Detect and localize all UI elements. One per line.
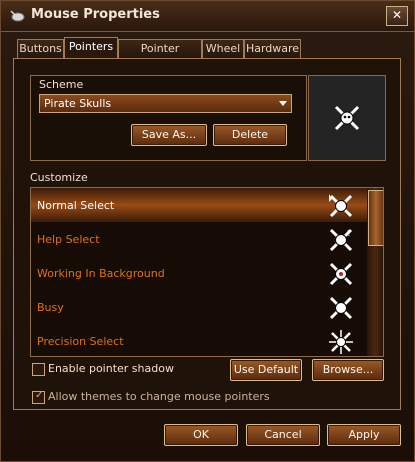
delete-button[interactable]: Delete	[213, 124, 287, 146]
chevron-down-icon	[279, 101, 287, 106]
cursor-name: Help Select	[37, 233, 100, 246]
browse-button[interactable]: Browse...	[312, 359, 384, 381]
window-title: Mouse Properties	[31, 7, 160, 22]
scheme-label: Scheme	[39, 78, 84, 91]
skull-crossbones-arrow-icon	[329, 194, 353, 218]
mouse-properties-window: Mouse Properties ✕ Buttons Pointers Poin…	[0, 0, 415, 462]
enable-shadow-checkbox[interactable]	[32, 363, 45, 376]
scrollbar-thumb[interactable]	[368, 190, 383, 246]
tab-wheel[interactable]: Wheel	[202, 39, 244, 58]
tab-pointer-options[interactable]: Pointer Options	[118, 39, 202, 73]
list-scrollbar[interactable]	[367, 188, 383, 356]
title-bar[interactable]: Mouse Properties ✕	[1, 1, 414, 32]
skull-crossbones-preview-icon	[334, 105, 360, 131]
ok-button[interactable]: OK	[164, 424, 238, 446]
list-item[interactable]: Help Select ?	[31, 222, 367, 256]
enable-shadow-label: Enable pointer shadow	[48, 362, 174, 375]
tab-buttons[interactable]: Buttons	[17, 39, 64, 58]
list-item[interactable]: Busy	[31, 290, 367, 324]
pointers-panel: Scheme Pirate Skulls Save As... Delete C…	[13, 58, 401, 410]
scheme-dropdown[interactable]: Pirate Skulls	[39, 94, 292, 113]
scheme-selected-value: Pirate Skulls	[44, 97, 112, 110]
cursor-name: Precision Select	[37, 335, 124, 348]
customize-label: Customize	[30, 171, 88, 184]
skull-crossbones-working-icon	[329, 262, 353, 286]
cursor-name: Busy	[37, 301, 64, 314]
checkmark-icon: ✓	[35, 390, 44, 401]
cancel-button[interactable]: Cancel	[246, 424, 320, 446]
cursor-name: Normal Select	[37, 199, 115, 212]
list-item[interactable]: Working In Background	[31, 256, 367, 290]
cursor-list[interactable]: Normal Select Help Select ? Working In B…	[30, 187, 384, 357]
cursor-preview	[308, 75, 386, 161]
list-item[interactable]: Precision Select	[31, 324, 367, 356]
use-default-button[interactable]: Use Default	[230, 359, 302, 381]
cursor-name: Working In Background	[37, 267, 165, 280]
apply-button[interactable]: Apply	[327, 424, 401, 446]
scheme-group: Scheme Pirate Skulls Save As... Delete	[30, 75, 307, 161]
skull-crossbones-crosshair-icon	[329, 330, 353, 354]
tab-pointers[interactable]: Pointers	[64, 37, 118, 59]
mouse-app-icon	[10, 10, 25, 22]
skull-crossbones-help-icon: ?	[329, 228, 353, 252]
allow-themes-checkbox[interactable]: ✓	[32, 390, 45, 404]
list-item[interactable]: Normal Select	[31, 188, 367, 222]
tab-hardware[interactable]: Hardware	[244, 39, 301, 58]
svg-text:?: ?	[347, 229, 351, 238]
save-as-button[interactable]: Save As...	[131, 124, 207, 146]
allow-themes-label: Allow themes to change mouse pointers	[48, 390, 270, 403]
close-button[interactable]: ✕	[386, 6, 408, 26]
skull-crossbones-busy-icon	[329, 296, 353, 320]
